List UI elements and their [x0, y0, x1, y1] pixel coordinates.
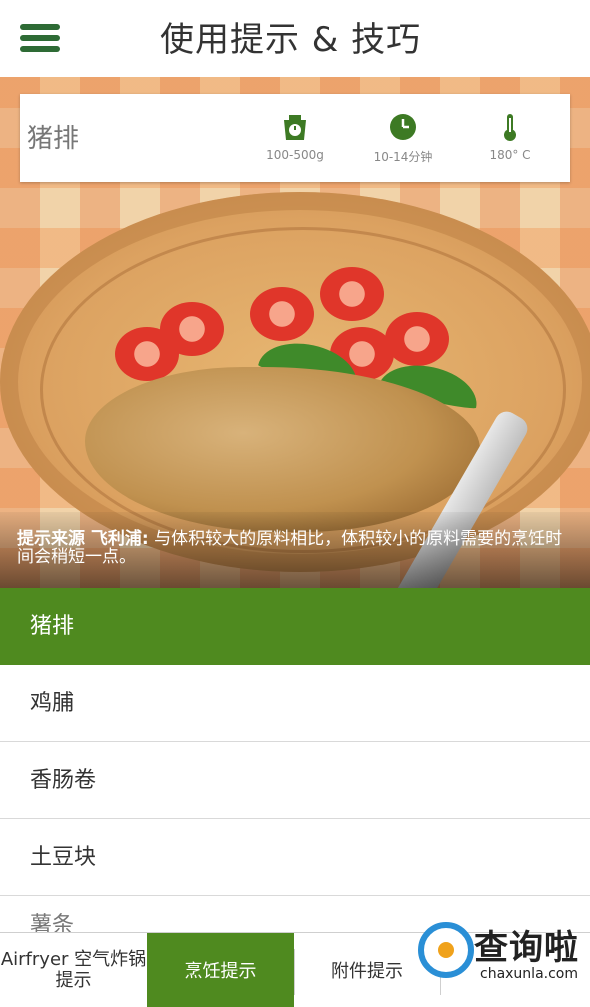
list-item-sausage-roll[interactable]: 香肠卷	[0, 742, 590, 819]
temperature-value: 180° C	[489, 148, 531, 162]
list-item-potato-cubes[interactable]: 土豆块	[0, 819, 590, 896]
weight-stat: 100-500g	[245, 112, 345, 162]
food-list: 猪排 鸡脯 香肠卷 土豆块 薯条	[0, 588, 590, 936]
watermark-logo: 查询啦 chaxunla.com	[418, 920, 588, 1000]
menu-icon[interactable]	[20, 24, 60, 54]
tomato-slice	[385, 312, 449, 366]
tab-airfryer-tips[interactable]: Airfryer 空气炸锅提示	[0, 933, 147, 1007]
search-logo-icon	[418, 922, 474, 978]
list-item-pork-chop[interactable]: 猪排	[0, 588, 590, 665]
food-name: 猪排	[27, 124, 80, 154]
tomato-slice	[250, 287, 314, 341]
scale-icon	[284, 115, 306, 140]
tip-source: 提示来源 飞利浦:	[17, 529, 149, 549]
tab-cooking-tips[interactable]: 烹饪提示	[147, 933, 294, 1007]
time-value: 10-14分钟	[373, 150, 433, 164]
time-stat: 10-14分钟	[353, 112, 453, 165]
tomato-slice	[320, 267, 384, 321]
weight-value: 100-500g	[266, 148, 324, 162]
info-card: 猪排 100-500g 10-14分钟 180° C	[20, 94, 570, 182]
tip-caption: 提示来源 飞利浦: 与体积较大的原料相比，体积较小的原料需要的烹饪时间会稍短一点…	[17, 530, 577, 566]
tomato-slice	[160, 302, 224, 356]
clock-icon	[390, 114, 416, 140]
thermometer-icon	[504, 114, 516, 141]
watermark-domain: chaxunla.com	[480, 966, 578, 982]
app-header: 使用提示 & 技巧	[0, 0, 590, 78]
temperature-stat: 180° C	[460, 112, 560, 162]
page-title: 使用提示 & 技巧	[160, 20, 422, 60]
tab-divider	[294, 949, 295, 995]
watermark-text: 查询啦	[474, 928, 579, 968]
list-item-chicken-breast[interactable]: 鸡脯	[0, 665, 590, 742]
